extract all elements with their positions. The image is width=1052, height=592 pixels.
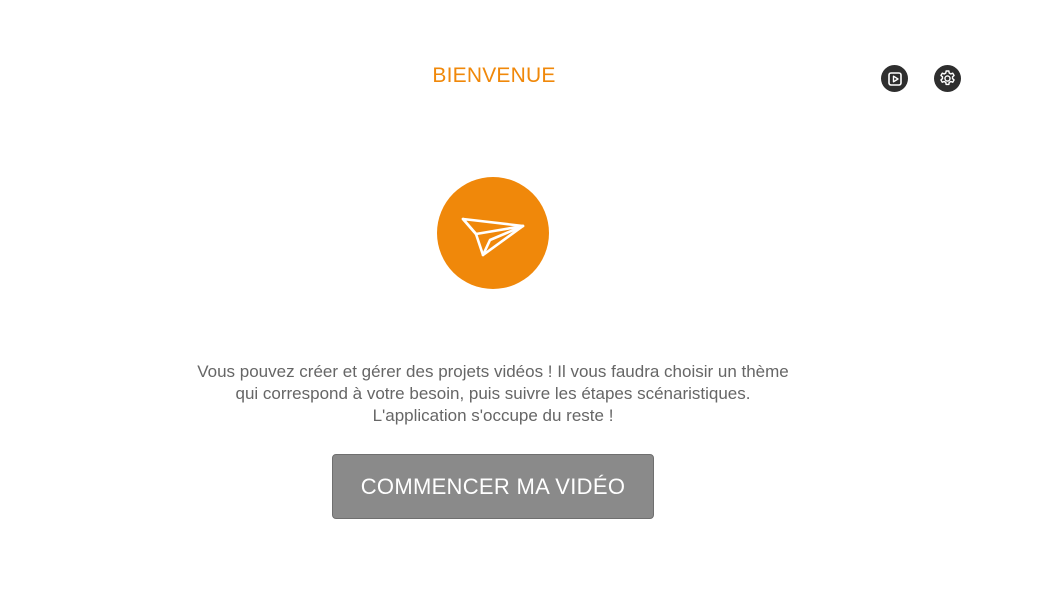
welcome-screen: BIENVENUE Vous pouvez créer et gérer des… bbox=[0, 0, 1052, 592]
paper-plane-icon bbox=[460, 205, 526, 261]
intro-description: Vous pouvez créer et gérer des projets v… bbox=[197, 362, 789, 425]
gear-icon bbox=[938, 69, 957, 88]
settings-button[interactable] bbox=[934, 65, 961, 92]
video-library-icon bbox=[887, 71, 903, 87]
video-library-button[interactable] bbox=[881, 65, 908, 92]
page-title: BIENVENUE bbox=[432, 64, 556, 87]
hero-badge bbox=[437, 177, 549, 289]
start-video-button[interactable]: COMMENCER MA VIDÉO bbox=[332, 454, 654, 519]
